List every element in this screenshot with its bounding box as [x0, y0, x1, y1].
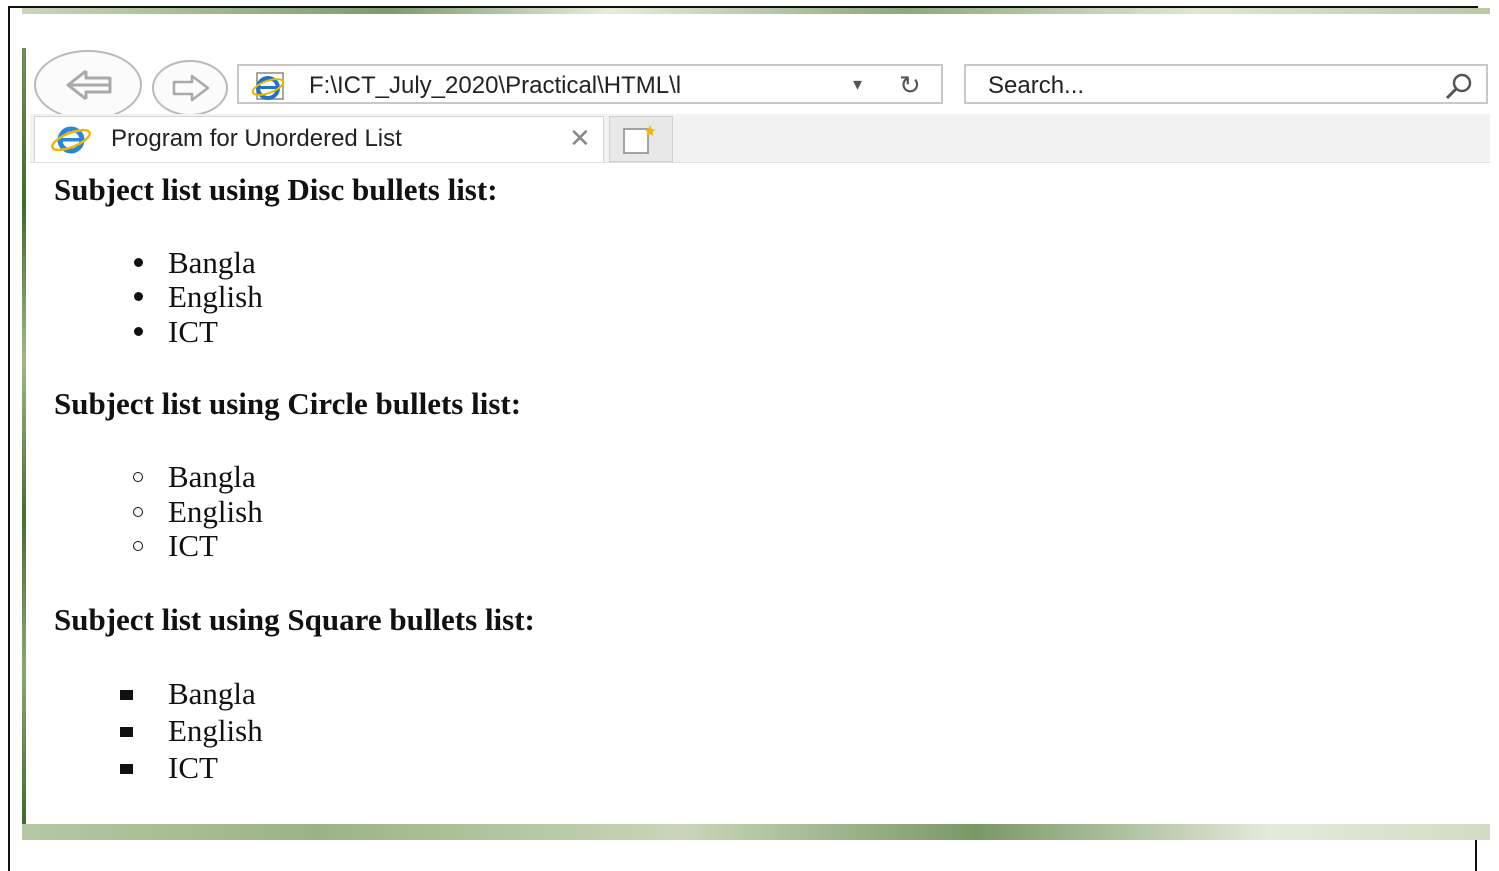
document-frame-right — [1475, 840, 1477, 871]
section-heading-circle: Subject list using Circle bullets list: — [54, 386, 522, 421]
back-button[interactable] — [34, 50, 142, 120]
address-bar[interactable]: F:\ICT_July_2020\Practical\HTML\l ▾ ↻ — [237, 64, 943, 104]
new-tab-icon — [623, 125, 656, 154]
tab-title: Program for Unordered List — [111, 125, 402, 152]
search-icon[interactable] — [1444, 72, 1474, 105]
disc-bullet — [134, 258, 143, 267]
disc-bullet — [134, 327, 143, 336]
list-item: ICT — [168, 528, 218, 563]
list-item: Bangla — [168, 676, 256, 711]
document-frame-left — [8, 6, 10, 871]
new-tab-button[interactable] — [609, 116, 673, 162]
list-item: Bangla — [168, 459, 256, 494]
list-item: ICT — [168, 750, 218, 785]
browser-window: F:\ICT_July_2020\Practical\HTML\l ▾ ↻ Se… — [22, 8, 1490, 840]
disc-bullet — [134, 292, 143, 301]
square-bullet — [120, 727, 133, 737]
internet-explorer-icon — [251, 71, 291, 106]
section-heading-disc: Subject list using Disc bullets list: — [54, 172, 498, 207]
chevron-down-icon[interactable]: ▾ — [853, 74, 862, 95]
tab-program-for-unordered-list[interactable]: Program for Unordered List ✕ — [34, 116, 604, 162]
list-item: Bangla — [168, 245, 256, 280]
desktop-background-edge — [22, 48, 26, 828]
forward-arrow-icon — [172, 74, 210, 102]
list-item: English — [168, 494, 263, 529]
list-item: English — [168, 713, 263, 748]
circle-bullet — [133, 507, 143, 517]
list-item: English — [168, 279, 263, 314]
desktop-background-strip — [22, 8, 1490, 14]
forward-button[interactable] — [152, 60, 228, 116]
tab-bar: Program for Unordered List ✕ — [30, 114, 1490, 163]
list-item: ICT — [168, 314, 218, 349]
search-input[interactable]: Search... — [988, 72, 1084, 100]
search-box[interactable]: Search... — [964, 64, 1488, 104]
refresh-icon[interactable]: ↻ — [899, 70, 921, 101]
internet-explorer-icon — [49, 125, 97, 160]
desktop-background-strip-bottom — [22, 824, 1490, 840]
circle-bullet — [133, 541, 143, 551]
close-icon[interactable]: ✕ — [569, 123, 591, 154]
square-bullet — [120, 690, 133, 700]
back-arrow-icon — [66, 69, 112, 101]
address-url[interactable]: F:\ICT_July_2020\Practical\HTML\l — [309, 72, 769, 100]
circle-bullet — [133, 472, 143, 482]
square-bullet — [120, 764, 133, 774]
section-heading-square: Subject list using Square bullets list: — [54, 602, 535, 637]
